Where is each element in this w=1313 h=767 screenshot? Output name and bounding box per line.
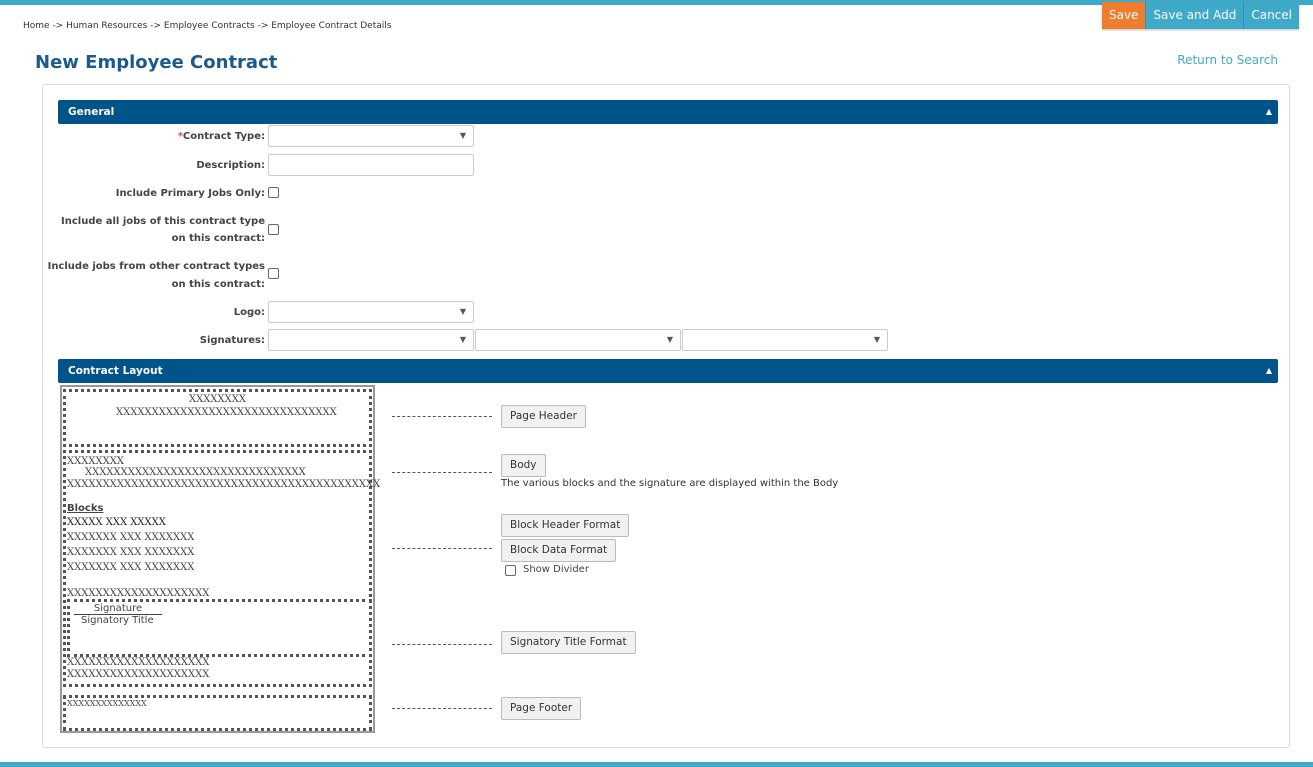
save-button[interactable]: Save: [1101, 2, 1146, 29]
signature-select-3[interactable]: ▼: [682, 329, 888, 351]
collapse-caret-icon[interactable]: ▲: [1266, 100, 1272, 124]
logo-select[interactable]: ▼: [268, 301, 474, 323]
preview-body-line1: XXXXXXXX: [67, 456, 124, 467]
primary-jobs-checkbox[interactable]: [268, 187, 279, 198]
block-header-format-button[interactable]: Block Header Format: [501, 514, 630, 537]
all-jobs-label-line2: on this contract:: [171, 233, 265, 244]
cancel-button[interactable]: Cancel: [1243, 2, 1299, 29]
signatory-connector: [392, 644, 492, 645]
contract-type-select[interactable]: ▼: [268, 125, 474, 147]
other-jobs-checkbox[interactable]: [268, 268, 279, 279]
preview-header-line2: XXXXXXXXXXXXXXXXXXXXXXXXXXXXXXX: [116, 407, 337, 418]
primary-jobs-label: Include Primary Jobs Only:: [115, 188, 265, 199]
dropdown-arrow-icon: ▼: [459, 131, 467, 140]
general-section-header[interactable]: General ▲: [58, 100, 1278, 124]
page-footer-button[interactable]: Page Footer: [501, 697, 582, 720]
contract-layout-preview: XXXXXXXX XXXXXXXXXXXXXXXXXXXXXXXXXXXXXXX…: [60, 385, 380, 733]
contract-layout-section-header[interactable]: Contract Layout ▲: [58, 359, 1278, 383]
other-jobs-label-line2: on this contract:: [171, 279, 265, 290]
contract-type-label: *Contract Type:: [177, 131, 265, 142]
preview-body-line5: XXXXXXXXXXXXXXXXXXXX: [67, 657, 210, 668]
logo-label: Logo:: [233, 307, 265, 318]
preview-body-line2: XXXXXXXXXXXXXXXXXXXXXXXXXXXXXXX: [85, 467, 306, 478]
signature-select-1[interactable]: ▼: [268, 329, 474, 351]
bottom-accent-strip: [0, 762, 1313, 767]
preview-block-row-1: XXXXXXX XXX XXXXXXX: [67, 532, 195, 543]
general-section-title: General: [68, 106, 115, 118]
description-input[interactable]: [268, 154, 474, 176]
description-label: Description:: [196, 160, 265, 171]
block-data-format-button[interactable]: Block Data Format: [501, 539, 617, 562]
preview-blocks-title: Blocks: [67, 503, 104, 514]
body-button[interactable]: Body: [501, 454, 546, 477]
dropdown-arrow-icon: ▼: [459, 307, 467, 316]
block-connector: [392, 548, 492, 549]
body-note: The various blocks and the signature are…: [501, 478, 839, 489]
dropdown-arrow-icon: ▼: [666, 335, 674, 344]
preview-signature: Signature: [74, 603, 162, 615]
preview-signatory-title: Signatory Title: [81, 615, 154, 626]
collapse-caret-icon[interactable]: ▲: [1266, 359, 1272, 383]
signature-select-2[interactable]: ▼: [475, 329, 681, 351]
page-footer-connector: [392, 708, 492, 709]
all-jobs-label-line1: Include all jobs of this contract type: [61, 216, 265, 227]
page-header-connector: [392, 416, 492, 417]
body-connector: [392, 472, 492, 473]
signatory-title-format-button[interactable]: Signatory Title Format: [501, 631, 636, 654]
preview-header-line1: XXXXXXXX: [189, 394, 246, 405]
contract-layout-section-title: Contract Layout: [68, 365, 163, 377]
dropdown-arrow-icon: ▼: [459, 335, 467, 344]
action-bar: Save Save and Add Cancel: [1101, 2, 1299, 29]
page-title: New Employee Contract: [35, 52, 278, 73]
breadcrumb[interactable]: Home -> Human Resources -> Employee Cont…: [23, 21, 391, 31]
other-jobs-label-line1: Include jobs from other contract types: [47, 261, 265, 272]
page-header-button[interactable]: Page Header: [501, 405, 586, 428]
signatures-label: Signatures:: [199, 335, 265, 346]
show-divider-label: Show Divider: [523, 564, 589, 575]
preview-block-row-3: XXXXXXX XXX XXXXXXX: [67, 562, 195, 573]
return-to-search-link[interactable]: Return to Search: [1177, 53, 1278, 67]
all-jobs-checkbox[interactable]: [268, 224, 279, 235]
save-and-add-button[interactable]: Save and Add: [1145, 2, 1244, 29]
preview-body-line3: XXXXXXXXXXXXXXXXXXXXXXXXXXXXXXXXXXXXXXXX…: [67, 479, 381, 490]
preview-footer-line: XXXXXXXXXXXXXX: [67, 699, 147, 708]
show-divider-checkbox[interactable]: [505, 565, 516, 576]
preview-body-line6: XXXXXXXXXXXXXXXXXXXX: [67, 669, 210, 680]
preview-blocks-header: XXXXX XXX XXXXX: [67, 517, 166, 528]
dropdown-arrow-icon: ▼: [873, 335, 881, 344]
preview-body-line4: XXXXXXXXXXXXXXXXXXXX: [67, 588, 210, 599]
preview-block-row-2: XXXXXXX XXX XXXXXXX: [67, 547, 195, 558]
